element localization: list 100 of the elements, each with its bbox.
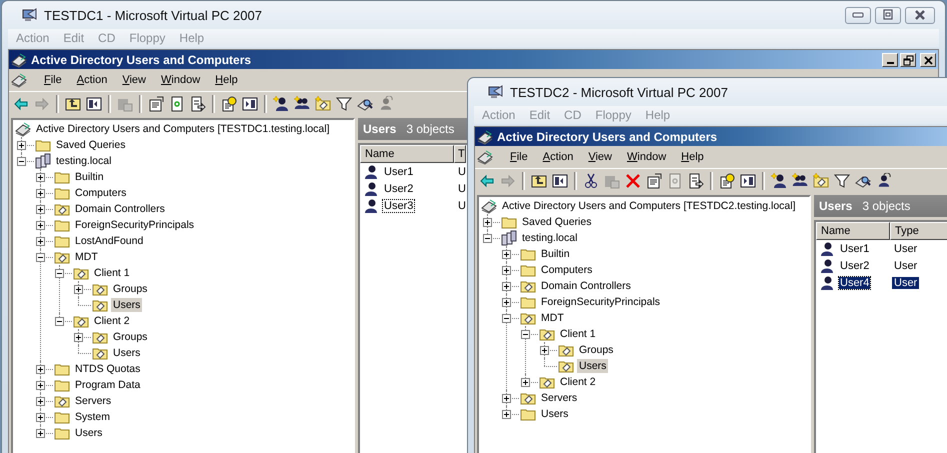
menu-item[interactable]: Action [76, 74, 108, 86]
tree-item[interactable]: NTDS Quotas [73, 362, 142, 376]
tree-item[interactable]: Builtin [73, 170, 106, 184]
tree-item[interactable]: Servers [539, 391, 580, 405]
expand-icon[interactable] [502, 282, 511, 291]
list-item[interactable]: User3 [383, 200, 414, 212]
tree-pane-icon[interactable] [552, 173, 568, 189]
up-folder-icon[interactable] [531, 173, 547, 189]
expand-icon[interactable] [36, 237, 45, 246]
expand-icon[interactable] [502, 266, 511, 275]
menu-item[interactable]: Help [681, 151, 704, 163]
tree-item[interactable]: Saved Queries [54, 138, 128, 152]
tree-item[interactable]: Groups [111, 282, 150, 296]
expand-icon[interactable] [36, 189, 45, 198]
expand-icon[interactable] [36, 221, 45, 230]
tree-item[interactable]: Builtin [539, 247, 572, 261]
menu-item[interactable]: File [510, 151, 528, 163]
collapse-icon[interactable] [55, 269, 64, 278]
tree-item[interactable]: Users [111, 346, 142, 360]
export-list-icon[interactable] [688, 173, 704, 189]
new-group-icon[interactable] [792, 173, 808, 189]
expand-icon[interactable] [502, 394, 511, 403]
expand-icon[interactable] [36, 173, 45, 182]
new-folder-icon[interactable] [813, 173, 829, 189]
tree-item[interactable]: Groups [577, 343, 616, 357]
collapse-icon[interactable] [521, 330, 530, 339]
tree-item[interactable]: MDT [73, 250, 100, 264]
pane-icon[interactable] [740, 173, 756, 189]
expand-icon[interactable] [502, 298, 511, 307]
scissors-icon[interactable] [583, 173, 599, 189]
expand-icon[interactable] [36, 205, 45, 214]
column-header[interactable]: Type [890, 222, 947, 240]
back-arrow-icon[interactable] [13, 96, 29, 112]
properties-icon[interactable] [148, 96, 164, 112]
new-folder-icon[interactable] [315, 96, 331, 112]
refresh-icon[interactable] [169, 96, 185, 112]
menu-item[interactable]: Window [627, 151, 666, 163]
add-to-group-icon[interactable] [876, 173, 892, 189]
menu-item[interactable]: Help [215, 74, 238, 86]
expand-icon[interactable] [36, 413, 45, 422]
tree-item[interactable]: Client 2 [558, 375, 598, 389]
column-header[interactable]: T [454, 145, 466, 163]
tree-item[interactable]: Client 1 [558, 327, 598, 341]
tree-item[interactable]: Users [539, 407, 570, 421]
help-icon[interactable] [221, 96, 237, 112]
tree-item[interactable]: ForeignSecurityPrincipals [73, 218, 196, 232]
restore-button[interactable] [900, 52, 916, 66]
tree-item[interactable]: Active Directory Users and Computers [TESTDC1.testing.local] [34, 122, 332, 136]
tree-item[interactable]: testing.local [54, 154, 114, 168]
help-icon[interactable] [719, 173, 735, 189]
tree-item[interactable]: LostAndFound [73, 234, 146, 248]
up-folder-icon[interactable] [65, 96, 81, 112]
menu-item[interactable]: File [44, 74, 62, 86]
pane-icon[interactable] [242, 96, 258, 112]
collapse-icon[interactable] [36, 253, 45, 262]
expand-icon[interactable] [36, 365, 45, 374]
list-item[interactable]: User2 [839, 260, 870, 272]
tree-item[interactable]: Domain Controllers [539, 279, 633, 293]
tree-item[interactable]: Active Directory Users and Computers [TESTDC2.testing.local] [500, 199, 798, 213]
tree-item[interactable]: Client 2 [92, 314, 132, 328]
list-item[interactable]: User4 [839, 276, 870, 288]
column-header[interactable]: Name [360, 145, 454, 163]
tree-item[interactable]: Computers [539, 263, 594, 277]
delete-icon[interactable] [625, 173, 641, 189]
tree-item[interactable]: Domain Controllers [73, 202, 167, 216]
menu-item[interactable]: Window [161, 74, 200, 86]
menu-item[interactable]: Action [542, 151, 574, 163]
snap-in-icon[interactable] [477, 149, 495, 165]
collapse-icon[interactable] [502, 314, 511, 323]
new-user-icon[interactable] [771, 173, 787, 189]
tree-item[interactable]: Users [111, 298, 142, 312]
expand-icon[interactable] [36, 381, 45, 390]
collapse-icon[interactable] [55, 317, 64, 326]
expand-icon[interactable] [540, 346, 549, 355]
collapse-icon[interactable] [483, 234, 492, 243]
expand-icon[interactable] [502, 410, 511, 419]
expand-icon[interactable] [36, 429, 45, 438]
properties-icon[interactable] [646, 173, 662, 189]
tree-item[interactable]: testing.local [520, 231, 580, 245]
list-item[interactable]: User1 [839, 242, 870, 254]
expand-icon[interactable] [17, 141, 26, 150]
collapse-icon[interactable] [17, 157, 26, 166]
tree-item[interactable]: Program Data [73, 378, 142, 392]
export-list-icon[interactable] [190, 96, 206, 112]
tree-item[interactable]: Computers [73, 186, 128, 200]
list-item[interactable]: User2 [383, 182, 414, 194]
tree-item[interactable]: System [73, 410, 112, 424]
expand-icon[interactable] [521, 378, 530, 387]
expand-icon[interactable] [502, 250, 511, 259]
new-user-icon[interactable] [273, 96, 289, 112]
expand-icon[interactable] [483, 218, 492, 227]
back-arrow-icon[interactable] [479, 173, 495, 189]
tree-pane-icon[interactable] [86, 96, 102, 112]
tree-item[interactable]: ForeignSecurityPrincipals [539, 295, 662, 309]
tree-item[interactable]: Users [577, 359, 608, 373]
filter-icon[interactable] [336, 96, 352, 112]
tree-item[interactable]: Client 1 [92, 266, 132, 280]
expand-icon[interactable] [74, 333, 83, 342]
expand-icon[interactable] [36, 397, 45, 406]
menu-item[interactable]: View [122, 74, 146, 86]
